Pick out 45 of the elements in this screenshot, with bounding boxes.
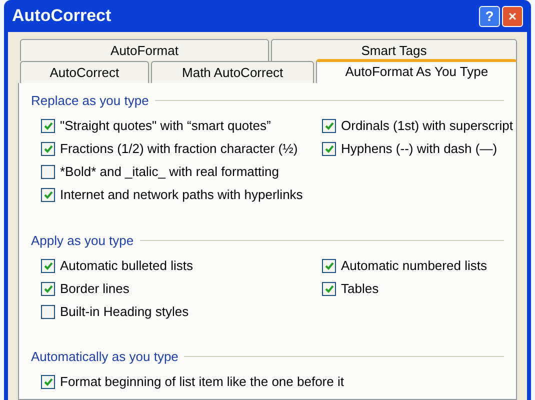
option-label: Ordinals (1st) with superscript [341,117,513,136]
checkmark-icon [44,145,52,153]
checkmark-icon [324,284,334,292]
checkbox[interactable] [41,119,55,133]
tab[interactable]: AutoFormat As You Type [316,59,517,83]
tab[interactable]: AutoCorrect [20,61,149,83]
option-label: Automatic numbered lists [341,256,487,275]
tab[interactable]: AutoFormat [20,39,269,61]
group-heading: Replace as you type [31,92,149,110]
option-label: Fractions (1/2) with fraction character (½) [60,140,298,158]
option-label: Border lines [60,280,130,298]
help-button[interactable]: ? [479,6,500,26]
option-label: Built-in Heading styles [60,302,189,321]
checkbox[interactable] [41,258,55,272]
checkbox[interactable] [322,282,336,296]
checkmark-icon [44,378,52,386]
checkbox[interactable] [41,165,55,179]
checkmark-icon [324,145,334,153]
option-label: Hyphens (--) with dash (—) [341,140,498,158]
option-label: Format beginning of list item like the one before it [60,373,344,392]
group-heading: Automatically as you type [31,348,178,366]
tab[interactable]: Smart Tags [270,39,517,61]
checkmark-icon [44,284,52,292]
option-label: Automatic bulleted lists [60,256,193,275]
option-label: Tables [341,280,379,298]
checkbox[interactable] [41,142,55,156]
option-label: *Bold* and _italic_ with real formatting [60,163,279,182]
checkbox[interactable] [41,375,55,389]
checkbox[interactable] [322,119,336,133]
checkbox[interactable] [322,258,336,272]
option-label: "Straight quotes" with “smart quotes” [60,117,271,136]
checkmark-icon [324,122,334,130]
checkmark-icon [44,262,52,270]
checkmark-icon [44,122,52,130]
checkmark-icon [44,191,52,199]
checkbox[interactable] [41,304,55,318]
tab[interactable]: Math AutoCorrect [150,61,314,83]
close-button[interactable]: × [502,6,523,26]
checkbox[interactable] [41,282,55,296]
checkmark-icon [324,262,334,270]
checkbox[interactable] [41,188,55,202]
group-heading: Apply as you type [31,232,134,250]
checkbox[interactable] [322,142,336,156]
window-title: AutoCorrect [12,5,112,28]
option-label: Internet and network paths with hyperlinks [60,186,303,204]
